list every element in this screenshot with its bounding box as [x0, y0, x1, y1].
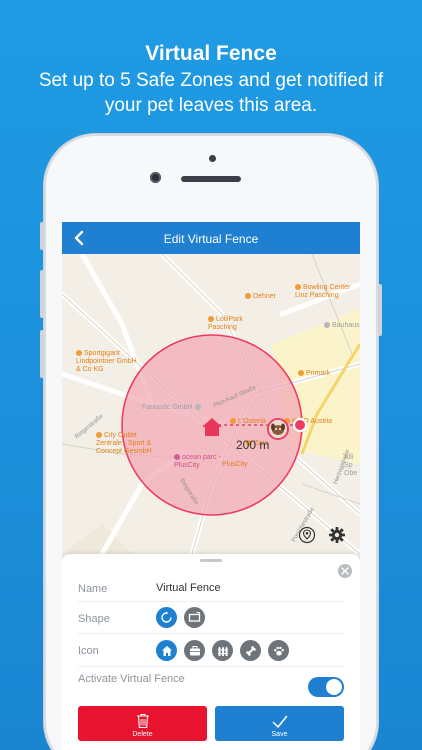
- volume-up-button: [40, 270, 44, 318]
- briefcase-icon: [189, 645, 200, 655]
- shape-row: Shape: [78, 602, 344, 634]
- toggle-knob: [326, 679, 342, 695]
- navigation-bar: Edit Virtual Fence: [62, 222, 360, 254]
- poi-pluscity[interactable]: PlusCity: [222, 461, 248, 469]
- shape-circle-option[interactable]: [156, 607, 177, 628]
- poi-dehner[interactable]: Dehner: [245, 293, 276, 301]
- name-value[interactable]: Virtual Fence: [156, 582, 221, 594]
- play-icon: [208, 316, 214, 323]
- icon-label: Icon: [78, 645, 99, 657]
- icon-row: Icon: [78, 634, 344, 667]
- name-label: Name: [78, 583, 108, 595]
- shopping-icon: [96, 432, 102, 439]
- promo-title: Virtual Fence: [145, 42, 277, 65]
- fence-edit-panel: Name Virtual Fence Shape Icon Activate V…: [62, 554, 360, 750]
- poi-sportgigant[interactable]: Sportgigant Lindpointner GmbH & Co KG: [76, 350, 142, 374]
- activate-toggle[interactable]: [308, 677, 344, 697]
- drag-handle[interactable]: [200, 559, 222, 562]
- poi-label: Dehner: [253, 293, 276, 300]
- poi-bowling-center[interactable]: Bowling Center Linz Pasching: [295, 284, 359, 300]
- checkmark-icon: [272, 715, 287, 728]
- poi-bauhaus[interactable]: Bauhaus: [324, 322, 360, 330]
- delete-button[interactable]: Delete: [78, 706, 207, 741]
- icon-garden-option[interactable]: [212, 640, 233, 661]
- shopping-icon: [245, 293, 251, 300]
- trash-icon: [136, 713, 149, 729]
- bone-icon: [245, 645, 256, 656]
- poi-label: Fantastic GmbH: [142, 404, 193, 411]
- save-button[interactable]: Save: [215, 706, 344, 741]
- map-view[interactable]: Dehner Bowling Center Linz Pasching Loll…: [62, 254, 360, 554]
- promo-subtitle: Set up to 5 Safe Zones and get notified …: [38, 70, 384, 116]
- rectangle-shape-icon: [188, 611, 201, 622]
- poi-losteria[interactable]: L'Osteria: [230, 418, 266, 426]
- power-button: [378, 284, 382, 336]
- poi-lollipark[interactable]: LolliPark Pasching: [208, 316, 258, 332]
- front-camera: [150, 172, 161, 183]
- delete-label: Delete: [132, 731, 153, 738]
- save-label: Save: [271, 731, 288, 738]
- poi-label: Bowling Center Linz Pasching: [295, 284, 351, 299]
- office-icon: [194, 404, 201, 411]
- poi-ocean-parc[interactable]: ocean parc - PlusCity: [174, 454, 224, 470]
- poi-label: L'Osteria: [238, 418, 266, 425]
- icon-paw-option[interactable]: [268, 640, 289, 661]
- icon-home-option[interactable]: [156, 640, 177, 661]
- name-row: Name Virtual Fence: [78, 568, 344, 602]
- fence-radius-handle[interactable]: [293, 418, 307, 432]
- pet-avatar: [267, 418, 289, 440]
- locate-button[interactable]: [298, 526, 320, 548]
- proximity-sensor: [209, 155, 216, 162]
- location-pin-icon: [298, 526, 316, 544]
- home-icon: [161, 645, 172, 656]
- page-title: Edit Virtual Fence: [163, 232, 259, 246]
- app-screen: Edit Virtual Fence Dehner Bowling Center…: [62, 222, 360, 750]
- store-icon: [324, 322, 330, 329]
- shape-label: Shape: [78, 613, 110, 625]
- earpiece-speaker: [181, 176, 241, 182]
- mute-switch: [40, 222, 44, 250]
- poi-label: Primark: [306, 370, 331, 377]
- dog-icon: [269, 420, 287, 438]
- poi-label: Sportgigant Lindpointner GmbH & Co KG: [76, 350, 137, 373]
- map-settings-button[interactable]: [328, 526, 350, 548]
- poi-label: PlusCity: [222, 461, 248, 468]
- poi-fantastic[interactable]: Fantastic GmbH: [142, 404, 203, 412]
- poi-primark[interactable]: Primark: [298, 370, 330, 378]
- shopping-icon: [76, 350, 82, 357]
- icon-park-option[interactable]: [240, 640, 261, 661]
- bowling-icon: [295, 284, 301, 291]
- paw-icon: [273, 646, 284, 655]
- poi-kiko[interactable]: KIKO Austria: [284, 418, 332, 426]
- poi-label: ocean parc - PlusCity: [174, 454, 221, 469]
- poi-label: Bauhaus: [332, 322, 360, 329]
- gear-icon: [329, 527, 345, 543]
- mall-icon: [174, 454, 180, 461]
- volume-down-button: [40, 330, 44, 378]
- fence-icon: [217, 646, 228, 656]
- poi-label: City Outlet Zentrale - Sport & Concept G…: [96, 432, 152, 455]
- poi-city-outlet[interactable]: City Outlet Zentrale - Sport & Concept G…: [96, 432, 160, 456]
- circle-shape-icon: [161, 611, 172, 623]
- restaurant-icon: [230, 418, 236, 425]
- icon-work-option[interactable]: [184, 640, 205, 661]
- shape-rectangle-option[interactable]: [184, 607, 205, 628]
- activate-row: Activate Virtual Fence: [78, 667, 344, 700]
- activate-label: Activate Virtual Fence: [78, 673, 185, 685]
- fence-radius-label: 200 m: [236, 438, 270, 452]
- shopping-icon: [298, 370, 304, 377]
